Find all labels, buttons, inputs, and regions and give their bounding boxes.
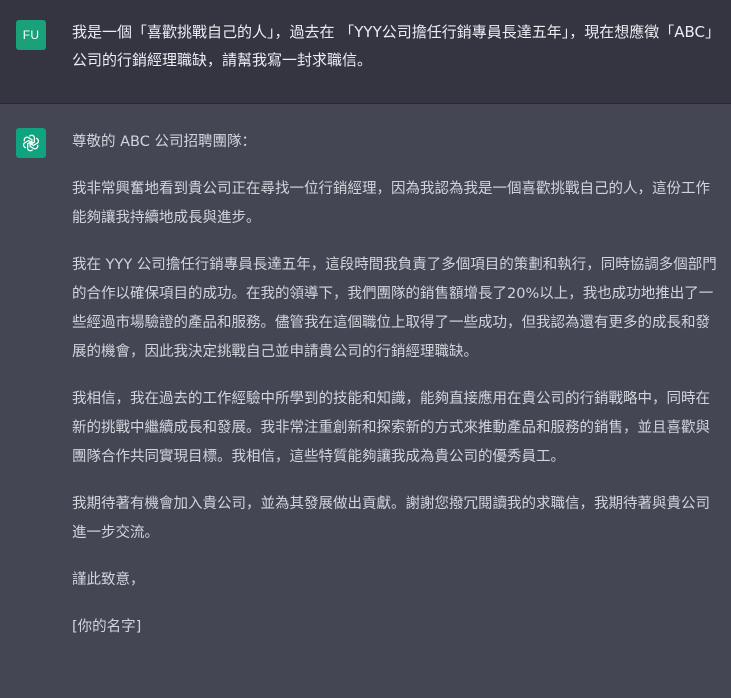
assistant-message-text: 尊敬的 ABC 公司招聘團隊： 我非常興奮地看到貴公司正在尋找一位行銷經理，因為… xyxy=(72,128,720,660)
user-message-text: 我是一個「喜歡挑戰自己的人」，過去在 「YYY公司擔任行銷專員長達五年」，現在想… xyxy=(72,23,713,69)
reply-paragraph-3: 我相信，我在過去的工作經驗中所學到的技能和知識，能夠直接應用在貴公司的行銷戰略中… xyxy=(72,391,710,465)
assistant-message-row: 尊敬的 ABC 公司招聘團隊： 我非常興奮地看到貴公司正在尋找一位行銷經理，因為… xyxy=(0,104,731,698)
reply-closing: 謹此致意， xyxy=(72,572,145,588)
reply-greeting: 尊敬的 ABC 公司招聘團隊： xyxy=(72,134,256,150)
openai-logo-icon xyxy=(16,128,46,158)
reply-paragraph-4: 我期待著有機會加入貴公司，並為其發展做出貢獻。謝謝您撥冗閱讀我的求職信，我期待著… xyxy=(72,496,710,541)
reply-paragraph-2: 我在 YYY 公司擔任行銷專員長達五年，這段時間我負責了多個項目的策劃和執行，同… xyxy=(72,257,717,360)
reply-paragraph-1: 我非常興奮地看到貴公司正在尋找一位行銷經理，因為我認為我是一個喜歡挑戰自己的人，… xyxy=(72,181,710,226)
user-message-row: FU 我是一個「喜歡挑戰自己的人」，過去在 「YYY公司擔任行銷專員長達五年」，… xyxy=(0,0,731,104)
reply-signature: [你的名字] xyxy=(72,619,142,635)
user-avatar: FU xyxy=(16,20,46,50)
